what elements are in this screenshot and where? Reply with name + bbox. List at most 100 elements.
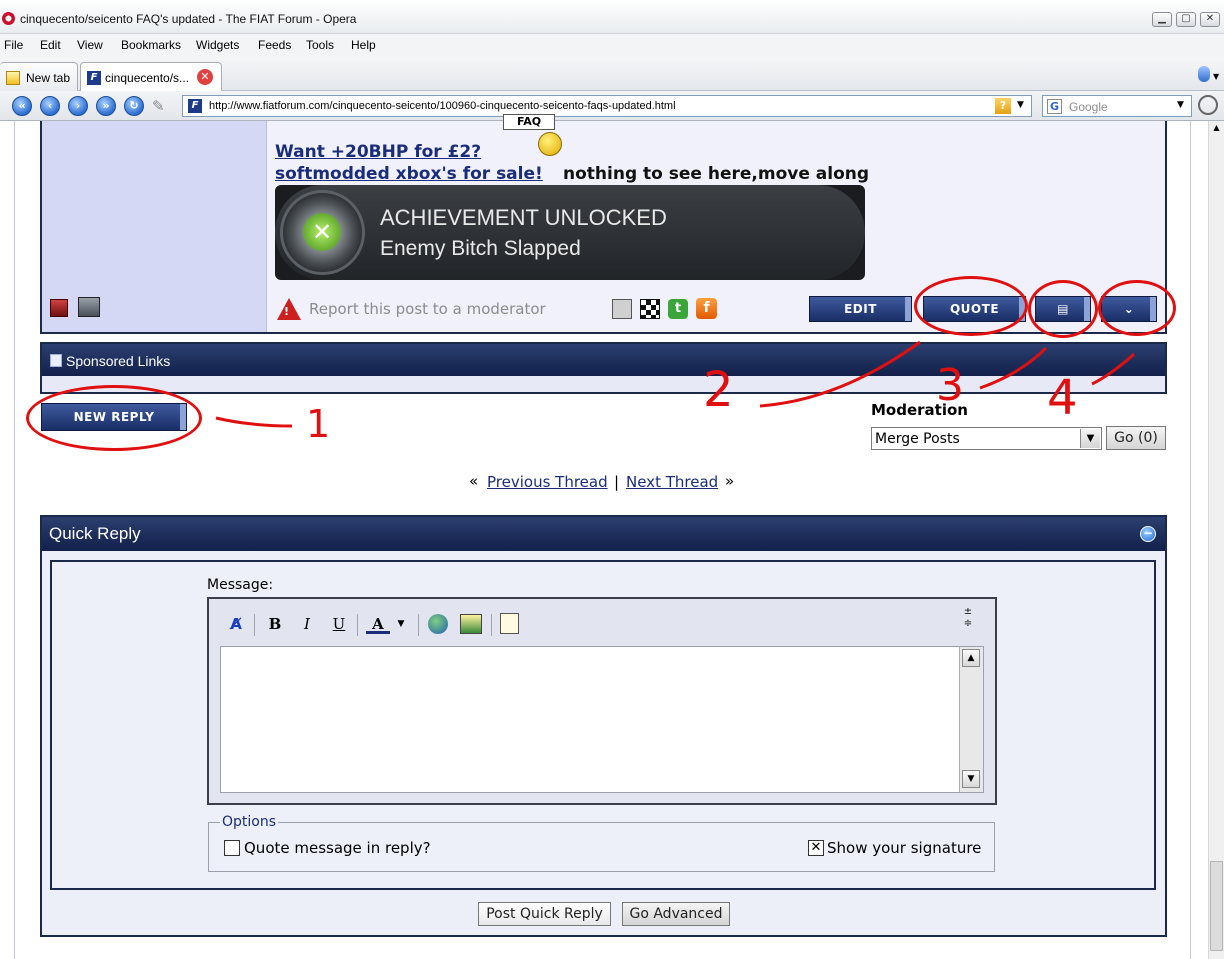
underline-icon[interactable]: U [327,612,351,636]
menu-feeds[interactable]: Feeds [258,38,291,52]
next-chevron: » [725,472,735,490]
show-signature-label: Show your signature [827,839,982,857]
reload-icon[interactable]: ↻ [124,96,144,116]
scroll-thumb[interactable] [1210,861,1223,951]
scroll-down-icon[interactable]: ▼ [962,770,980,788]
delicious-icon[interactable] [640,299,660,319]
insert-image-icon[interactable] [460,614,482,634]
furl-icon[interactable]: f [696,298,717,319]
help-icon[interactable]: ? [995,98,1011,114]
scroll-up-icon[interactable]: ▲ [1211,123,1222,135]
menu-file[interactable]: File [4,38,23,52]
tab-menu-chevron-icon[interactable]: ▼ [1213,72,1219,81]
maximize-icon[interactable]: ▢ [1176,12,1196,27]
smiley-icon [538,132,562,156]
color-dropdown-chevron-icon[interactable]: ▼ [394,612,408,636]
warning-icon-mark: ! [284,305,290,318]
close-window-icon[interactable]: ✕ [1200,12,1220,27]
page-scrollbar[interactable]: ▲ [1208,121,1224,959]
page-border [1190,121,1191,959]
report-post-link[interactable]: Report this post to a moderator [309,300,546,318]
achievement-banner: ✕ ACHIEVEMENT UNLOCKED Enemy Bitch Slapp… [275,185,865,280]
google-icon: G [1047,99,1062,114]
previous-thread-link[interactable]: Previous Thread [487,473,608,491]
resize-editor-icon[interactable]: ± ≑ [956,606,980,636]
quote-message-label: Quote message in reply? [244,839,431,857]
search-field[interactable]: G Google ▼ [1042,95,1192,117]
moderation-select[interactable]: Merge Posts ▼ [871,427,1102,450]
signature-text: nothing to see here,move along [563,164,870,184]
url-dropdown-chevron-icon[interactable]: ▼ [1017,100,1024,110]
toolbar-divider [491,614,492,636]
achievement-subtitle: Enemy Bitch Slapped [380,237,581,260]
quick-reply-header: Quick Reply − [42,517,1165,551]
italic-icon[interactable]: I [295,612,319,636]
minimize-icon[interactable]: ▁ [1152,12,1172,27]
moderation-label: Moderation [871,401,968,419]
insert-quote-icon[interactable] [500,613,519,634]
signature-link-xbox[interactable]: softmodded xbox's for sale! [275,164,543,184]
moderation-go-button[interactable]: Go (0) [1106,426,1166,450]
window-titlebar: cinquecento/seicento FAQ's updated - The… [0,0,1224,34]
search-icon[interactable] [1198,95,1218,115]
annotation-circle-quote [914,276,1028,336]
next-thread-link[interactable]: Next Thread [626,473,718,491]
computer-icon [78,297,100,317]
post-quick-reply-button[interactable]: Post Quick Reply [478,902,611,926]
menu-bar: File Edit View Bookmarks Widgets Feeds T… [0,34,1224,58]
share-icon[interactable] [612,299,632,319]
insert-link-icon[interactable] [428,614,448,634]
tab-new-tab[interactable]: New tab [0,62,78,91]
quote-message-checkbox[interactable] [224,840,240,856]
window-title: cinquecento/seicento FAQ's updated - The… [20,12,357,26]
annotation-circle-quickquote [1098,280,1176,336]
new-tab-icon [6,71,20,85]
edit-button[interactable]: EDIT [809,296,912,322]
tab-bar: New tab F cinquecento/s... ✕ ▼ [0,58,1224,91]
annotation-number-2: 2 [703,362,734,418]
menu-view[interactable]: View [77,38,103,52]
annotation-number-4: 4 [1047,370,1078,426]
trash-icon[interactable] [1198,66,1210,82]
message-textarea[interactable]: ▲ ▼ [220,646,984,793]
wand-icon[interactable]: ✎ [152,97,170,115]
back-icon[interactable]: ‹ [40,96,60,116]
options-legend: Options [220,814,279,830]
user-offline-icon [50,299,68,317]
moderation-selected: Merge Posts [875,431,960,447]
annotation-number-1: 1 [306,402,331,446]
address-field[interactable]: F http://www.fiatforum.com/cinquecento-s… [182,95,1032,117]
fast-forward-icon[interactable]: » [96,96,116,116]
fiatforum-favicon-icon: F [87,71,101,85]
tab-cinquecento[interactable]: F cinquecento/s... ✕ [80,62,222,91]
achievement-title: ACHIEVEMENT UNLOCKED [380,205,667,230]
technorati-icon[interactable]: t [668,299,688,319]
rewind-icon[interactable]: « [12,96,32,116]
signature-link-bhp[interactable]: Want +20BHP for £2? [275,142,481,162]
close-tab-icon[interactable]: ✕ [197,69,213,85]
forward-icon[interactable]: › [68,96,88,116]
url-text: http://www.fiatforum.com/cinquecento-sei… [209,100,676,112]
menu-edit[interactable]: Edit [40,38,61,52]
page-border [14,121,15,959]
message-label: Message: [207,577,274,593]
menu-tools[interactable]: Tools [306,38,334,52]
search-dropdown-chevron-icon[interactable]: ▼ [1177,100,1184,110]
page-icon [50,354,62,367]
go-advanced-button[interactable]: Go Advanced [622,902,730,926]
address-toolbar: « ‹ › » ↻ ✎ F http://www.fiatforum.com/c… [0,91,1224,121]
font-color-icon[interactable]: A [366,612,390,634]
menu-widgets[interactable]: Widgets [196,38,239,52]
bold-icon[interactable]: B [263,612,287,636]
show-signature-checkbox[interactable]: ✕ [808,840,824,856]
textarea-scrollbar[interactable]: ▲ ▼ [959,647,983,792]
scroll-up-icon[interactable]: ▲ [962,649,980,667]
post-user-panel [42,121,267,332]
menu-help[interactable]: Help [351,38,376,52]
menu-bookmarks[interactable]: Bookmarks [121,38,181,52]
site-favicon-icon: F [188,99,202,113]
collapse-icon[interactable]: − [1140,526,1156,542]
search-placeholder: Google [1069,100,1108,114]
remove-format-icon[interactable]: A̸ [224,612,248,636]
thread-nav-separator: | [614,473,620,491]
